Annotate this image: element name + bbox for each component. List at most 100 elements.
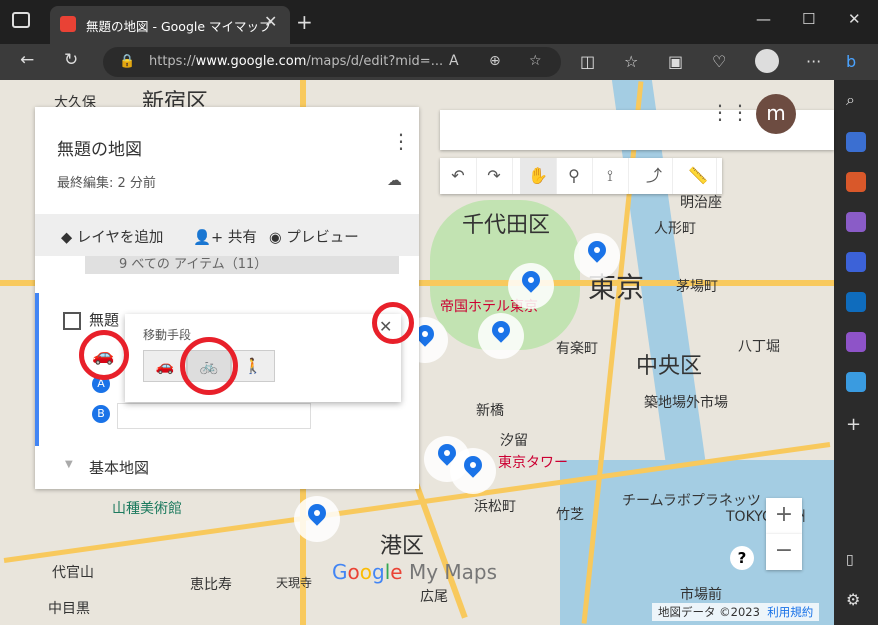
undo-icon[interactable]: ↶: [440, 158, 477, 194]
transport-mode-label: 移動手段: [143, 328, 192, 342]
google-my-maps-logo: Google My Maps: [332, 560, 498, 584]
back-icon[interactable]: ←: [20, 50, 34, 70]
zoom-icon[interactable]: ⊕: [489, 53, 501, 69]
browser-toolbar: ← ↻ 🔒 https://www.google.com/maps/d/edit…: [0, 44, 878, 80]
more-options-icon[interactable]: ⋮: [391, 129, 411, 153]
map-label: 八丁堀: [738, 339, 780, 355]
map-label: 築地場外市場: [644, 395, 728, 411]
user-avatar[interactable]: m: [756, 94, 796, 134]
profile-avatar[interactable]: [755, 49, 779, 73]
minimize-icon[interactable]: —: [756, 10, 771, 28]
map-pin-icon[interactable]: [508, 263, 554, 309]
annotation-circle: [79, 330, 129, 380]
redo-icon[interactable]: ↷: [476, 158, 513, 194]
map-label: 東京タワー: [498, 455, 568, 471]
games-icon[interactable]: [846, 212, 866, 232]
tools-icon[interactable]: [846, 172, 866, 192]
read-aloud-icon[interactable]: A: [449, 53, 459, 69]
annotation-circle: [372, 302, 414, 344]
map-label: 天現寺: [276, 576, 313, 590]
map-label: 竹芝: [556, 507, 584, 523]
map-label: 代官山: [52, 565, 94, 581]
collections-icon[interactable]: ▣: [668, 52, 683, 71]
add-icon[interactable]: +: [846, 414, 866, 435]
preview-button[interactable]: ◉ プレビュー: [269, 226, 359, 247]
map-label: 広尾: [420, 589, 448, 605]
shopping-icon[interactable]: [846, 132, 866, 152]
map-label: 明治座: [680, 195, 722, 211]
attribution: 地図データ ©2023 利用規約: [652, 603, 820, 621]
address-bar[interactable]: 🔒 https://www.google.com/maps/d/edit?mid…: [103, 47, 561, 77]
refresh-icon[interactable]: ↻: [64, 50, 78, 70]
favorites-icon[interactable]: ☆: [624, 52, 638, 71]
microsoft365-icon[interactable]: [846, 252, 866, 272]
map-label: 恵比寿: [190, 577, 232, 593]
directions-icon[interactable]: ⤴: [636, 158, 673, 194]
map-label: 千代田区: [462, 213, 551, 238]
map-label: 市場前: [680, 587, 722, 603]
add-marker-icon[interactable]: ⚲: [556, 158, 593, 194]
map-title[interactable]: 無題の地図: [57, 135, 142, 160]
search-icon[interactable]: ⌕: [846, 90, 866, 110]
designer-icon[interactable]: [846, 332, 866, 352]
map-pin-icon[interactable]: [450, 448, 496, 494]
tab-title: 無題の地図 - Google マイマップ: [86, 19, 272, 34]
draw-line-icon[interactable]: ⟟: [592, 158, 629, 194]
layer-checkbox[interactable]: [63, 312, 81, 330]
map-label: 有楽町: [556, 341, 598, 357]
new-tab-icon[interactable]: +: [296, 10, 313, 34]
share-button[interactable]: 👤+ 共有: [193, 226, 257, 247]
more-menu-icon[interactable]: ···: [806, 52, 821, 71]
saved-cloud-icon: ☁: [387, 171, 402, 189]
map-label: 港区: [380, 534, 425, 559]
add-layer-button[interactable]: ◆ レイヤを追加: [61, 226, 163, 247]
terms-link[interactable]: 利用規約: [767, 605, 813, 619]
panel-action-bar: ◆ レイヤを追加 👤+ 共有 ◉ プレビュー: [35, 214, 419, 256]
point-b-icon: B: [92, 405, 110, 423]
map-pin-icon[interactable]: [294, 496, 340, 542]
bing-icon[interactable]: b: [846, 52, 856, 71]
maps-favicon-icon: [60, 16, 76, 32]
telegram-icon[interactable]: [846, 372, 866, 392]
map-label: 浜松町: [474, 499, 516, 515]
settings-gear-icon[interactable]: ⚙: [846, 590, 866, 610]
all-items-row[interactable]: 9 べての アイテム（11）: [85, 256, 399, 274]
map-label: 茅場町: [676, 279, 718, 295]
map-legend-panel: 無題の地図 最終編集: 2 分前 ⋮ ☁ ◆ レイヤを追加 👤+ 共有 ◉ プレ…: [35, 107, 419, 489]
sidebar-toggle-icon[interactable]: ▯: [846, 552, 866, 572]
last-edit-text: 最終編集: 2 分前: [57, 176, 156, 191]
annotation-circle: [180, 337, 238, 395]
performance-icon[interactable]: ♡: [712, 52, 726, 71]
map-label: 新橋: [476, 403, 504, 419]
outlook-icon[interactable]: [846, 292, 866, 312]
tab-actions-icon[interactable]: [12, 12, 30, 28]
chevron-down-icon[interactable]: ▼: [65, 459, 73, 470]
map-pin-icon[interactable]: [478, 313, 524, 359]
layer-name[interactable]: 無題: [89, 309, 119, 330]
zoom-in-button[interactable]: +: [766, 498, 802, 534]
split-screen-icon[interactable]: ◫: [580, 52, 595, 71]
lock-icon: 🔒: [119, 54, 136, 69]
map-label: 中央区: [636, 354, 703, 379]
measure-ruler-icon[interactable]: 📏: [680, 158, 717, 194]
pan-hand-icon[interactable]: ✋: [520, 158, 557, 194]
destination-field[interactable]: [117, 403, 311, 429]
transport-mode-popup: 移動手段 🚗 🚲 🚶 ✕: [125, 314, 401, 402]
tab-close-icon[interactable]: ✕: [264, 12, 277, 31]
browser-tab[interactable]: 無題の地図 - Google マイマップ ✕: [50, 6, 290, 44]
url-text: https://www.google.com/maps/d/edit?mid=.…: [149, 54, 444, 69]
map-label: 中目黒: [48, 601, 90, 617]
favorite-star-icon[interactable]: ☆: [529, 53, 542, 69]
map-toolbar: ↶ ↷ ✋ ⚲ ⟟ ⤴ 📏: [440, 158, 722, 194]
layer-active-indicator: [35, 293, 39, 446]
base-map-label[interactable]: 基本地図: [89, 457, 149, 478]
map-pin-icon[interactable]: [574, 233, 620, 279]
help-icon[interactable]: ?: [730, 546, 754, 570]
close-window-icon[interactable]: ✕: [848, 10, 861, 28]
browser-titlebar: 無題の地図 - Google マイマップ ✕ + — ☐ ✕: [0, 0, 878, 44]
maximize-icon[interactable]: ☐: [802, 10, 815, 28]
zoom-out-button[interactable]: −: [766, 534, 802, 570]
edge-sidebar: ⌕ + ▯ ⚙: [834, 80, 878, 625]
map-label: 山種美術館: [112, 501, 182, 517]
map-label: 汐留: [500, 433, 528, 449]
